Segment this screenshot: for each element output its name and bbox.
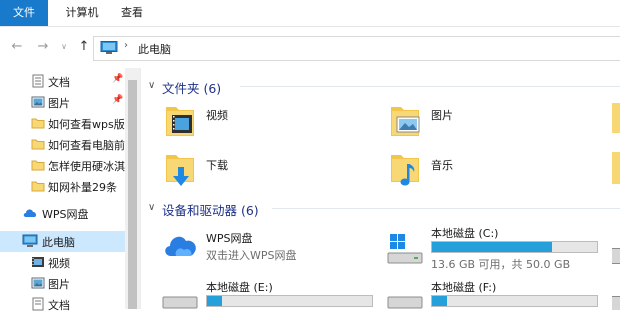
sidebar-item-documents-pinned[interactable]: 文档 📌 (0, 71, 125, 92)
folder-label: 视频 (206, 109, 228, 122)
folder-label: 图片 (431, 109, 453, 122)
pictures-folder-icon (391, 107, 420, 136)
drive-name: 本地磁盘 (F:) (431, 281, 497, 294)
sidebar-item-wps-drive[interactable]: WPS网盘 (0, 203, 125, 224)
tab-view[interactable]: 查看 (112, 0, 152, 26)
folder-icon (31, 139, 45, 150)
drive-e[interactable]: 本地磁盘 (E:) (160, 278, 375, 309)
folder-videos[interactable]: 视频 (160, 100, 360, 140)
sidebar-item-label: WPS网盘 (42, 208, 89, 221)
sidebar-item-documents[interactable]: 文档 (0, 294, 125, 315)
folder-icon (31, 118, 45, 129)
sidebar-item-pictures[interactable]: 图片 (0, 273, 125, 294)
drive-usage-bar (431, 295, 598, 307)
drive-c[interactable]: 本地磁盘 (C:) 13.6 GB 可用，共 50.0 GB (385, 224, 600, 271)
folder-label: 音乐 (431, 159, 453, 172)
pictures-icon (31, 96, 45, 108)
folder-music[interactable]: 音乐 (385, 150, 585, 190)
ribbon-tabs: 文件 计算机 查看 (0, 0, 620, 27)
sidebar-item-label: 视频 (48, 257, 70, 270)
drive-subtitle: 13.6 GB 可用，共 50.0 GB (431, 258, 571, 271)
tab-file[interactable]: 文件 (0, 0, 48, 26)
drive-name: WPS网盘 (206, 232, 253, 245)
sidebar-item-folder[interactable]: 如何查看wps版本 (0, 113, 125, 134)
folder-partial[interactable] (612, 103, 620, 133)
forward-arrow-icon[interactable]: → (35, 39, 51, 55)
sidebar-item-folder[interactable]: 怎样使用硬冰淇淋 (0, 155, 125, 176)
drive-usage-bar (431, 241, 598, 253)
sidebar-item-label: 怎样使用硬冰淇淋 (48, 160, 125, 173)
pin-icon: 📌 (112, 95, 124, 105)
folder-label: 下载 (206, 159, 228, 172)
drive-partial[interactable] (612, 296, 620, 310)
videos-icon (32, 257, 44, 267)
sidebar-item-label: 此电脑 (42, 236, 75, 249)
local-drive-icon (387, 296, 423, 309)
sidebar-item-label: 文档 (48, 299, 70, 312)
folder-icon (31, 160, 45, 171)
sidebar-item-folder[interactable]: 如何查看电脑前缀 (0, 134, 125, 155)
drive-partial[interactable] (612, 248, 620, 264)
sidebar-item-pictures-pinned[interactable]: 图片 📌 (0, 92, 125, 113)
navigation-pane: 文档 📌 图片 📌 如何查看wps版本 如何查看电脑前缀 怎样使用硬冰淇淋 (0, 68, 141, 312)
drive-wps-cloud[interactable]: WPS网盘 双击进入WPS网盘 (160, 226, 375, 266)
downloads-folder-icon (166, 155, 194, 186)
drive-subtitle: 双击进入WPS网盘 (206, 249, 297, 262)
chevron-down-icon[interactable]: ∨ (148, 202, 155, 213)
drive-usage-fill (432, 296, 447, 306)
pictures-icon (31, 277, 45, 289)
chevron-down-icon[interactable]: ∨ (148, 80, 155, 91)
sidebar-item-label: 图片 (48, 278, 70, 291)
sidebar-item-videos[interactable]: 视频 (0, 252, 125, 273)
sidebar-item-label: 如何查看wps版本 (48, 118, 125, 131)
sidebar-scrollbar-thumb[interactable] (128, 80, 137, 309)
address-bar[interactable]: › 此电脑 (93, 36, 620, 61)
windows-drive-icon (387, 234, 423, 264)
videos-folder-icon (166, 107, 194, 136)
tab-computer[interactable]: 计算机 (54, 0, 110, 26)
pin-icon: 📌 (112, 74, 124, 84)
divider (240, 86, 620, 87)
drive-usage-bar (206, 295, 373, 307)
drive-name: 本地磁盘 (C:) (431, 227, 499, 240)
drive-name: 本地磁盘 (E:) (206, 281, 273, 294)
drive-usage-fill (207, 296, 222, 306)
group-title: 设备和驱动器 (6) (162, 203, 259, 218)
documents-icon (32, 74, 44, 88)
folder-pictures[interactable]: 图片 (385, 100, 585, 140)
sidebar-item-this-pc[interactable]: 此电脑 (0, 231, 125, 252)
group-title: 文件夹 (6) (162, 81, 222, 96)
chevron-down-icon[interactable]: ∨ (56, 39, 72, 55)
folder-icon (31, 181, 45, 192)
sidebar-item-label: 如何查看电脑前缀 (48, 139, 125, 152)
sidebar-item-folder[interactable]: 知网补量29条 (0, 176, 125, 197)
this-pc-icon (22, 234, 38, 247)
drive-usage-fill (432, 242, 553, 252)
local-drive-icon (162, 296, 198, 309)
cloud-icon (23, 209, 37, 217)
up-arrow-icon[interactable]: ↑ (76, 39, 92, 55)
folder-partial[interactable] (612, 152, 620, 184)
breadcrumb-this-pc[interactable]: 此电脑 (138, 41, 171, 57)
music-folder-icon (391, 155, 419, 186)
sidebar-item-label: 知网补量29条 (48, 181, 117, 194)
folder-downloads[interactable]: 下载 (160, 150, 360, 190)
breadcrumb-separator: › (124, 40, 128, 51)
this-pc-icon (100, 41, 118, 54)
divider (272, 208, 620, 209)
drive-f[interactable]: 本地磁盘 (F:) (385, 278, 600, 309)
back-arrow-icon[interactable]: ← (9, 39, 25, 55)
wps-cloud-drive-icon (165, 236, 196, 256)
